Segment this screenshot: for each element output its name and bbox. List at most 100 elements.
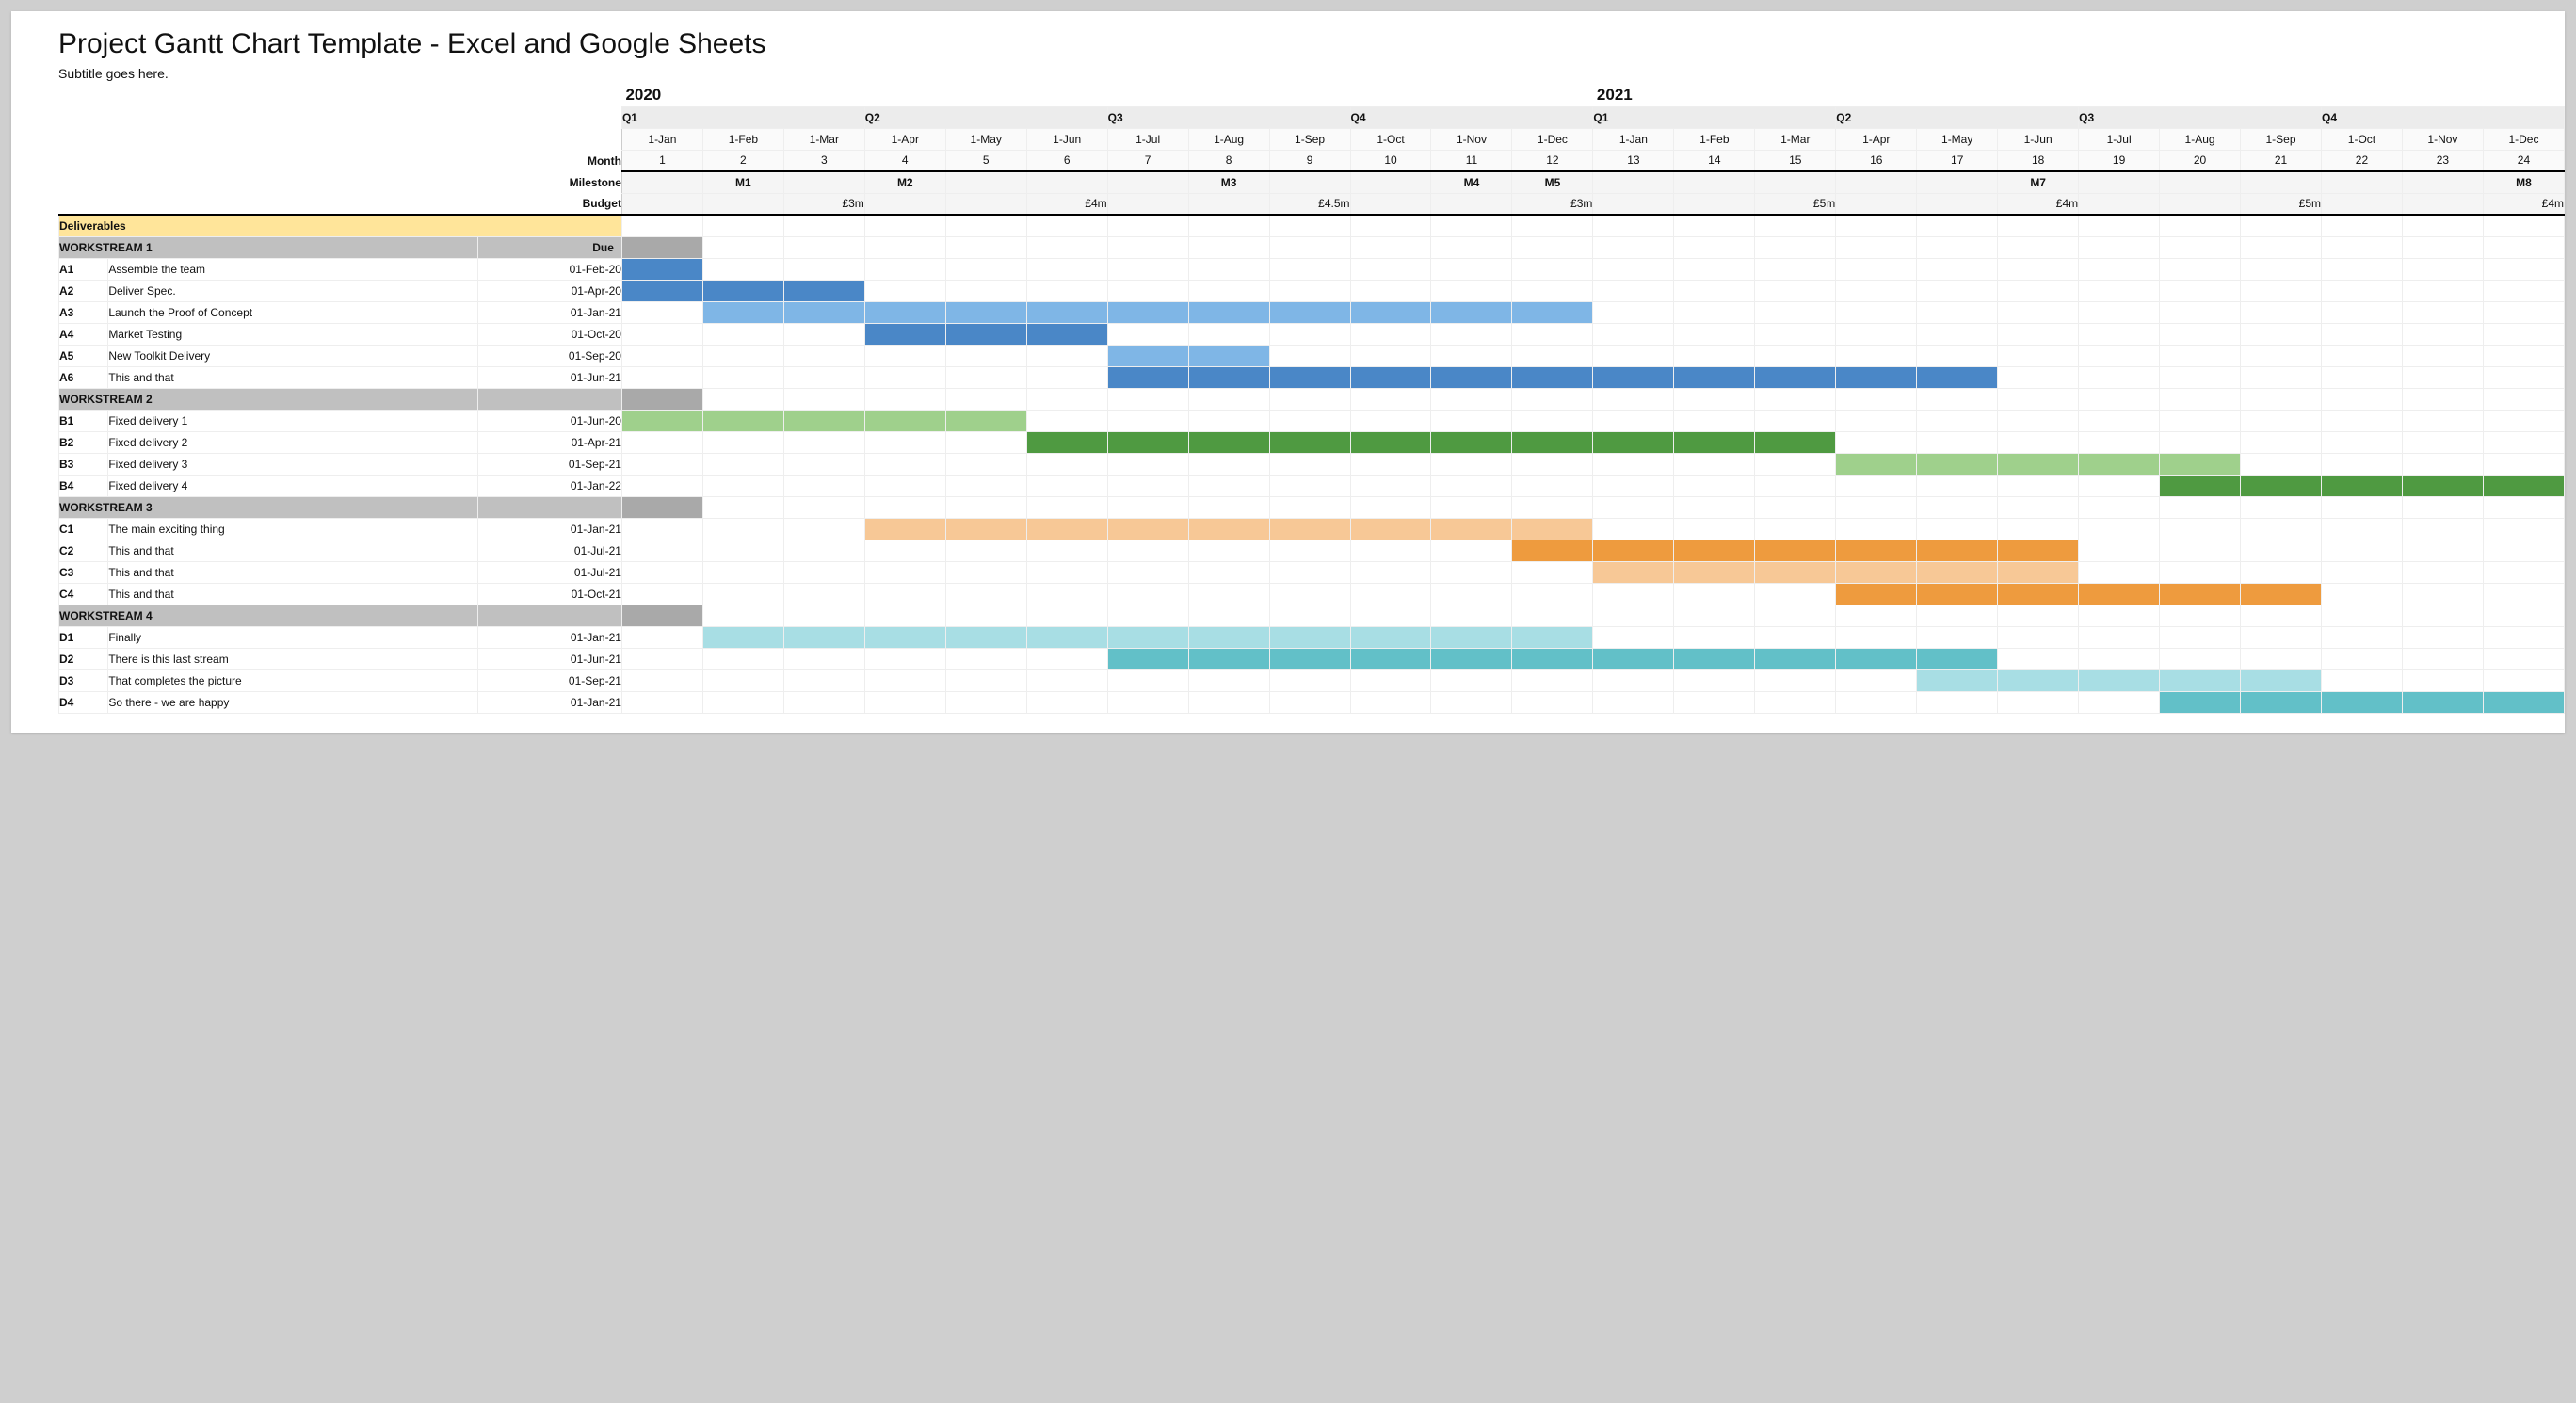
gantt-bar[interactable] (1188, 366, 1269, 388)
gantt-bar[interactable] (702, 410, 783, 431)
gantt-bar[interactable] (1593, 561, 1674, 583)
gantt-bar[interactable] (621, 410, 702, 431)
gantt-bar[interactable] (1674, 366, 1755, 388)
gantt-bar[interactable] (945, 301, 1026, 323)
gantt-bar[interactable] (1593, 366, 1674, 388)
gantt-bar[interactable] (1836, 648, 1917, 669)
gantt-bar[interactable] (1674, 540, 1755, 561)
task-row[interactable]: B4Fixed delivery 401-Jan-22 (59, 475, 2565, 496)
gantt-bar[interactable] (1188, 518, 1269, 540)
gantt-bar[interactable] (864, 410, 945, 431)
gantt-bar[interactable] (2241, 691, 2322, 713)
task-row[interactable]: D1Finally01-Jan-21 (59, 626, 2565, 648)
gantt-bar[interactable] (1431, 301, 1512, 323)
gantt-bar[interactable] (945, 518, 1026, 540)
gantt-bar[interactable] (1512, 366, 1593, 388)
gantt-bar[interactable] (1917, 453, 1998, 475)
gantt-bar[interactable] (2160, 453, 2241, 475)
task-row[interactable]: C3This and that01-Jul-21 (59, 561, 2565, 583)
gantt-bar[interactable] (702, 280, 783, 301)
gantt-bar[interactable] (1269, 301, 1350, 323)
gantt-bar[interactable] (1188, 301, 1269, 323)
gantt-bar[interactable] (1188, 345, 1269, 366)
gantt-bar[interactable] (1269, 648, 1350, 669)
task-row[interactable]: D2There is this last stream01-Jun-21 (59, 648, 2565, 669)
gantt-bar[interactable] (2483, 475, 2564, 496)
gantt-bar[interactable] (1107, 626, 1188, 648)
gantt-bar[interactable] (864, 323, 945, 345)
task-row[interactable]: A5New Toolkit Delivery01-Sep-20 (59, 345, 2565, 366)
gantt-bar[interactable] (1593, 648, 1674, 669)
gantt-bar[interactable] (1431, 626, 1512, 648)
gantt-bar[interactable] (1755, 366, 1836, 388)
gantt-bar[interactable] (1674, 431, 1755, 453)
gantt-bar[interactable] (783, 626, 864, 648)
gantt-bar[interactable] (1674, 648, 1755, 669)
gantt-bar[interactable] (1512, 626, 1593, 648)
gantt-bar[interactable] (1593, 431, 1674, 453)
gantt-bar[interactable] (783, 410, 864, 431)
gantt-bar[interactable] (1755, 431, 1836, 453)
gantt-bar[interactable] (1755, 561, 1836, 583)
gantt-bar[interactable] (1836, 540, 1917, 561)
gantt-bar[interactable] (1026, 431, 1107, 453)
gantt-bar[interactable] (1107, 431, 1188, 453)
gantt-bar[interactable] (1512, 518, 1593, 540)
gantt-bar[interactable] (2241, 669, 2322, 691)
gantt-bar[interactable] (783, 301, 864, 323)
gantt-bar[interactable] (1755, 540, 1836, 561)
gantt-bar[interactable] (2160, 691, 2241, 713)
gantt-bar[interactable] (1917, 366, 1998, 388)
task-row[interactable]: C2This and that01-Jul-21 (59, 540, 2565, 561)
gantt-bar[interactable] (1350, 648, 1431, 669)
task-row[interactable]: D4So there - we are happy01-Jan-21 (59, 691, 2565, 713)
gantt-bar[interactable] (1998, 540, 2079, 561)
gantt-bar[interactable] (1107, 345, 1188, 366)
gantt-bar[interactable] (1107, 518, 1188, 540)
gantt-bar[interactable] (1188, 648, 1269, 669)
gantt-bar[interactable] (1026, 518, 1107, 540)
task-row[interactable]: A1Assemble the team01-Feb-20 (59, 258, 2565, 280)
gantt-bar[interactable] (702, 301, 783, 323)
gantt-bar[interactable] (1026, 301, 1107, 323)
gantt-bar[interactable] (783, 280, 864, 301)
gantt-bar[interactable] (1674, 561, 1755, 583)
gantt-bar[interactable] (1998, 561, 2079, 583)
gantt-bar[interactable] (1593, 540, 1674, 561)
gantt-bar[interactable] (1998, 669, 2079, 691)
gantt-bar[interactable] (1026, 626, 1107, 648)
gantt-bar[interactable] (1512, 431, 1593, 453)
task-row[interactable]: B1Fixed delivery 101-Jun-20 (59, 410, 2565, 431)
gantt-bar[interactable] (2079, 453, 2160, 475)
gantt-bar[interactable] (2241, 475, 2322, 496)
gantt-bar[interactable] (1350, 366, 1431, 388)
task-row[interactable]: A4Market Testing01-Oct-20 (59, 323, 2565, 345)
gantt-bar[interactable] (945, 626, 1026, 648)
task-row[interactable]: B2Fixed delivery 201-Apr-21 (59, 431, 2565, 453)
task-row[interactable]: A6This and that01-Jun-21 (59, 366, 2565, 388)
gantt-bar[interactable] (1431, 431, 1512, 453)
task-row[interactable]: C1The main exciting thing01-Jan-21 (59, 518, 2565, 540)
gantt-bar[interactable] (1998, 453, 2079, 475)
gantt-bar[interactable] (702, 626, 783, 648)
gantt-bar[interactable] (1836, 583, 1917, 605)
gantt-bar[interactable] (1917, 648, 1998, 669)
gantt-bar[interactable] (1269, 366, 1350, 388)
gantt-bar[interactable] (1917, 561, 1998, 583)
task-row[interactable]: D3That completes the picture01-Sep-21 (59, 669, 2565, 691)
gantt-bar[interactable] (1431, 648, 1512, 669)
gantt-bar[interactable] (1107, 648, 1188, 669)
gantt-bar[interactable] (1512, 540, 1593, 561)
gantt-bar[interactable] (1755, 648, 1836, 669)
gantt-bar[interactable] (2321, 475, 2402, 496)
gantt-bar[interactable] (864, 301, 945, 323)
gantt-bar[interactable] (1917, 540, 1998, 561)
gantt-bar[interactable] (621, 280, 702, 301)
gantt-bar[interactable] (1917, 669, 1998, 691)
gantt-bar[interactable] (1512, 648, 1593, 669)
gantt-bar[interactable] (1836, 366, 1917, 388)
task-row[interactable]: A3Launch the Proof of Concept01-Jan-21 (59, 301, 2565, 323)
gantt-bar[interactable] (1107, 301, 1188, 323)
gantt-table[interactable]: 20202021Q1Q2Q3Q4Q1Q2Q3Q41-Jan1-Feb1-Mar1… (58, 85, 2565, 714)
gantt-bar[interactable] (1269, 626, 1350, 648)
